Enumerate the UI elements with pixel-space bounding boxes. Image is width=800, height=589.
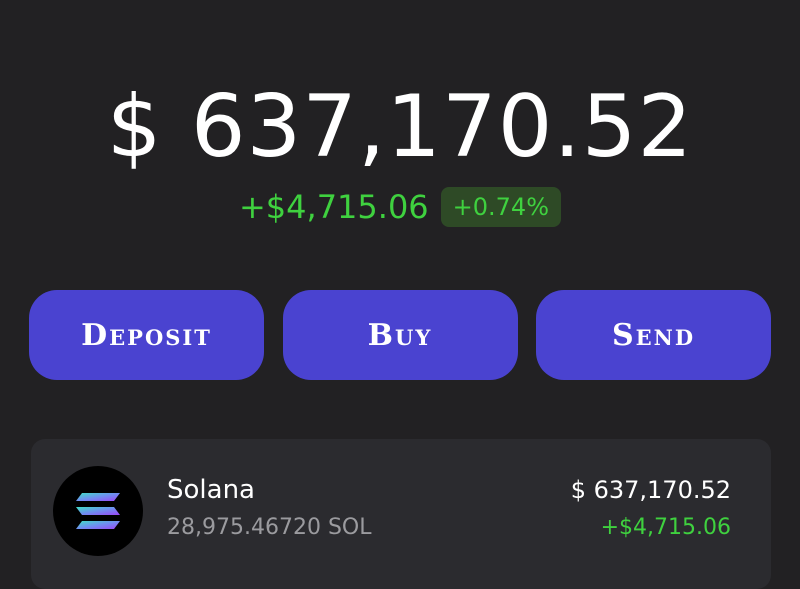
- send-button[interactable]: Send: [536, 290, 771, 380]
- asset-change: +$4,715.06: [600, 515, 731, 540]
- deposit-button[interactable]: Deposit: [29, 290, 264, 380]
- portfolio-balance: $ 637,170.52: [106, 77, 694, 177]
- action-buttons: Deposit Buy Send: [29, 290, 771, 380]
- asset-value: $ 637,170.52: [570, 476, 731, 504]
- asset-row-solana[interactable]: Solana 28,975.46720 SOL $ 637,170.52 +$4…: [31, 439, 771, 589]
- solana-logo-icon: [53, 466, 143, 556]
- asset-name: Solana: [167, 475, 255, 505]
- asset-amount: 28,975.46720 SOL: [167, 515, 372, 540]
- buy-button[interactable]: Buy: [282, 290, 518, 380]
- portfolio-change-percent-badge: +0.74%: [440, 187, 562, 227]
- portfolio-change-amount: +$4,715.06: [238, 188, 429, 226]
- portfolio-change-row: +$4,715.06 +0.74%: [0, 186, 800, 228]
